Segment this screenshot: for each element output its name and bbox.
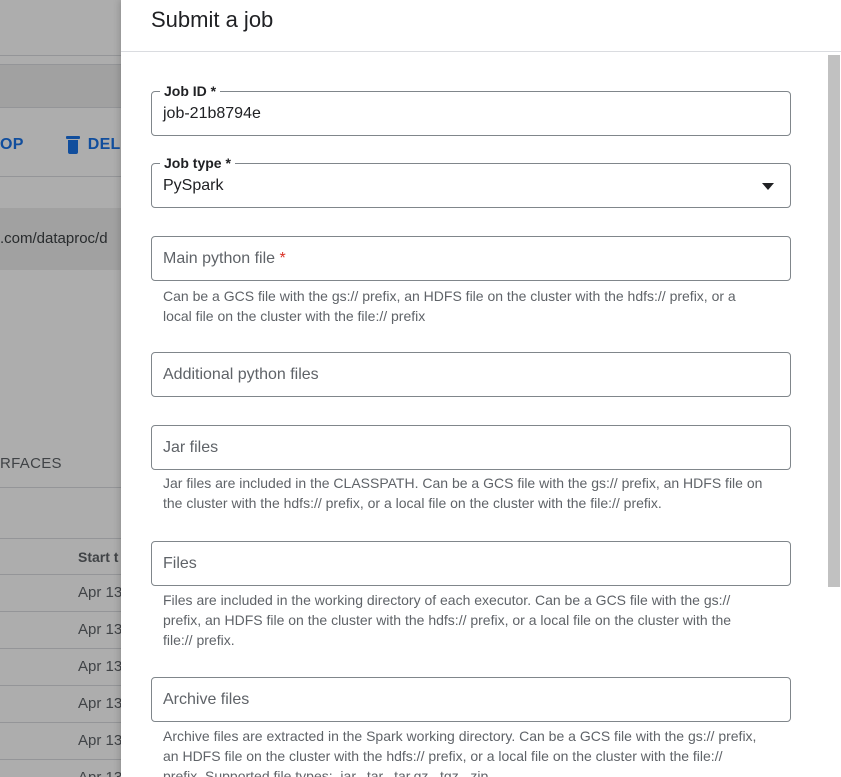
jar-files-hint: Jar files are included in the CLASSPATH.… [163,475,763,511]
additional-python-files-placeholder: Additional python files [163,366,319,383]
additional-python-files-field[interactable]: Additional python files [151,352,791,397]
files-placeholder: Files [163,555,197,572]
job-id-field[interactable]: Job ID * job-21b8794e [151,83,791,136]
job-type-label: Job type * [160,155,235,171]
main-python-file-placeholder: Main python file * [163,250,286,267]
scrollbar[interactable] [828,55,840,587]
files-hint: Files are included in the working direct… [163,592,732,648]
archive-files-placeholder: Archive files [163,691,250,708]
main-python-file-hint: Can be a GCS file with the gs:// prefix,… [163,288,736,324]
archive-files-hint: Archive files are extracted in the Spark… [163,728,757,777]
submit-job-panel: Submit a job Job ID * job-21b8794e Job t… [121,0,841,777]
jar-files-placeholder: Jar files [163,439,219,456]
files-field[interactable]: Files [151,541,791,586]
job-type-value[interactable]: PySpark [163,177,223,195]
jar-files-field[interactable]: Jar files [151,425,791,470]
job-id-label: Job ID * [160,83,221,99]
job-id-input[interactable]: job-21b8794e [163,105,261,123]
archive-files-field[interactable]: Archive files [151,677,791,722]
dropdown-arrow-icon[interactable] [762,183,774,190]
main-python-file-field[interactable]: Main python file * [151,236,791,281]
required-marker: * [279,250,286,267]
panel-title: Submit a job [121,0,841,52]
job-type-select[interactable]: Job type * PySpark [151,155,791,208]
